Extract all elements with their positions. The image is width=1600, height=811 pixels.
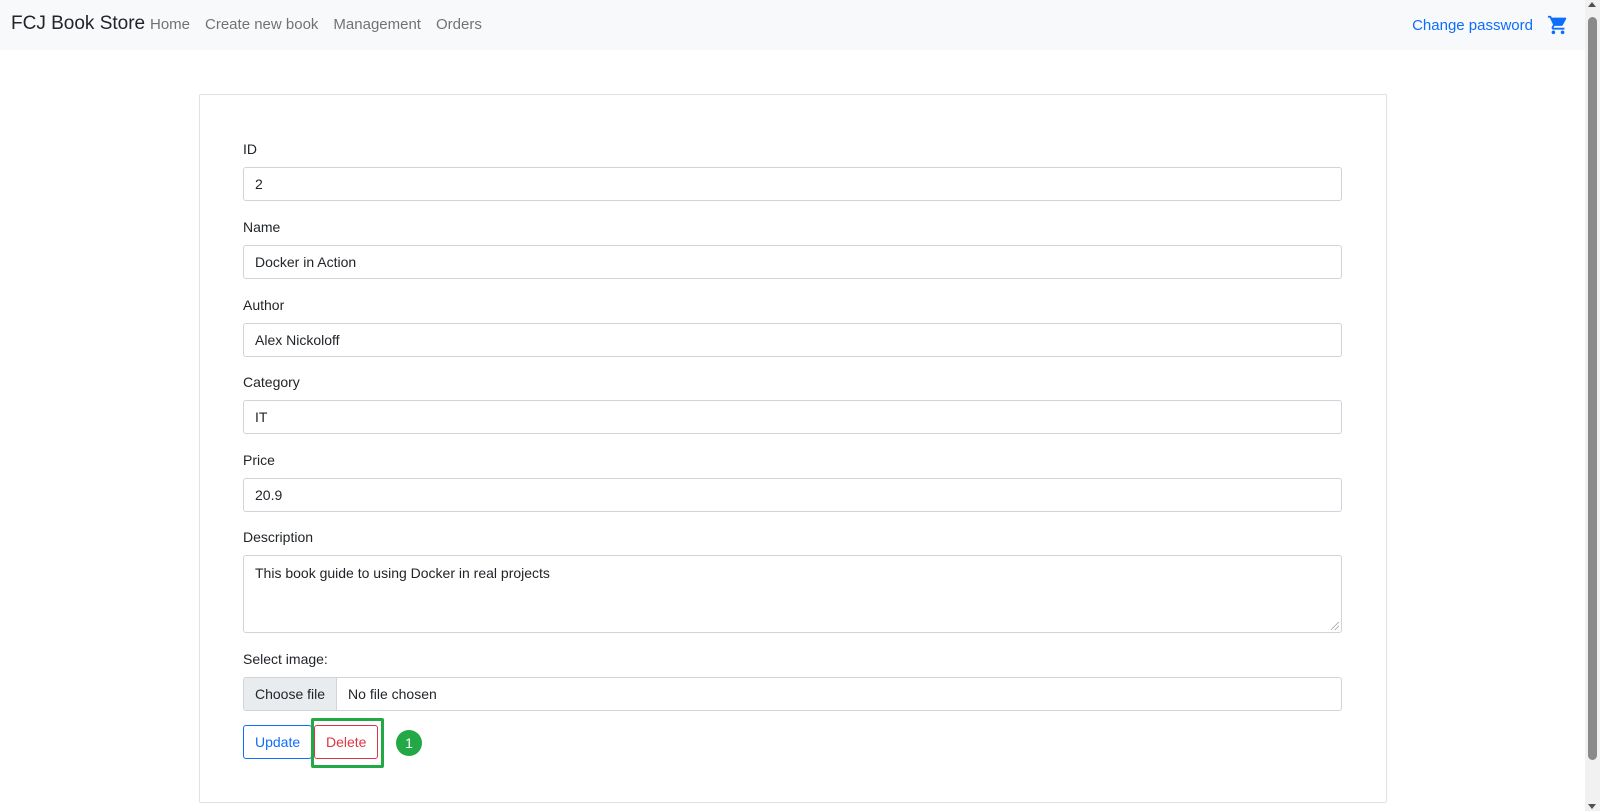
price-input[interactable]: 20.9 [243, 478, 1342, 512]
name-label: Name [243, 219, 281, 235]
resize-grip-icon[interactable] [1331, 622, 1339, 630]
brand-link[interactable]: FCJ Book Store [11, 13, 145, 35]
image-file-input[interactable]: Choose file No file chosen [243, 677, 1342, 711]
author-input[interactable]: Alex Nickoloff [243, 323, 1342, 357]
scroll-up-arrow-icon[interactable] [1588, 2, 1596, 7]
id-label: ID [243, 141, 257, 157]
category-label: Category [243, 374, 300, 390]
change-password-link[interactable]: Change password [1412, 17, 1533, 34]
choose-file-button[interactable]: Choose file [244, 678, 338, 710]
description-field-group: Description This book guide to using Doc… [243, 527, 1342, 633]
page-scrollbar[interactable] [1585, 0, 1600, 811]
name-input[interactable]: Docker in Action [243, 245, 1342, 279]
nav-link-management[interactable]: Management [333, 16, 421, 33]
description-textarea[interactable]: This book guide to using Docker in real … [243, 555, 1342, 633]
navbar: FCJ Book Store Home Create new book Mana… [0, 0, 1585, 50]
update-button[interactable]: Update [243, 725, 313, 759]
nav-link-orders[interactable]: Orders [436, 16, 482, 33]
scroll-thumb[interactable] [1588, 17, 1597, 760]
price-label: Price [243, 452, 275, 468]
nav-right: Change password [1412, 14, 1569, 36]
step-badge: 1 [396, 730, 422, 756]
file-status-text: No file chosen [348, 686, 437, 702]
scroll-down-arrow-icon[interactable] [1588, 804, 1596, 809]
nav-links: Home Create new book Management Orders [150, 16, 497, 33]
delete-highlight-box [311, 718, 384, 768]
id-field-group: ID 2 [243, 139, 1342, 201]
select-image-label: Select image: [243, 651, 328, 667]
book-edit-card: ID 2 Name Docker in Action Author Alex N… [199, 94, 1387, 803]
id-input[interactable]: 2 [243, 167, 1342, 201]
author-label: Author [243, 297, 285, 313]
image-field-group: Select image: Choose file No file chosen [243, 649, 1342, 711]
cart-icon[interactable] [1547, 14, 1569, 36]
author-field-group: Author Alex Nickoloff [243, 295, 1342, 357]
price-field-group: Price 20.9 [243, 450, 1342, 512]
name-field-group: Name Docker in Action [243, 217, 1342, 279]
category-input[interactable]: IT [243, 400, 1342, 434]
category-field-group: Category IT [243, 372, 1342, 434]
description-text: This book guide to using Docker in real … [255, 565, 550, 581]
description-label: Description [243, 529, 314, 545]
nav-link-create-new-book[interactable]: Create new book [205, 16, 318, 33]
nav-link-home[interactable]: Home [150, 16, 190, 33]
